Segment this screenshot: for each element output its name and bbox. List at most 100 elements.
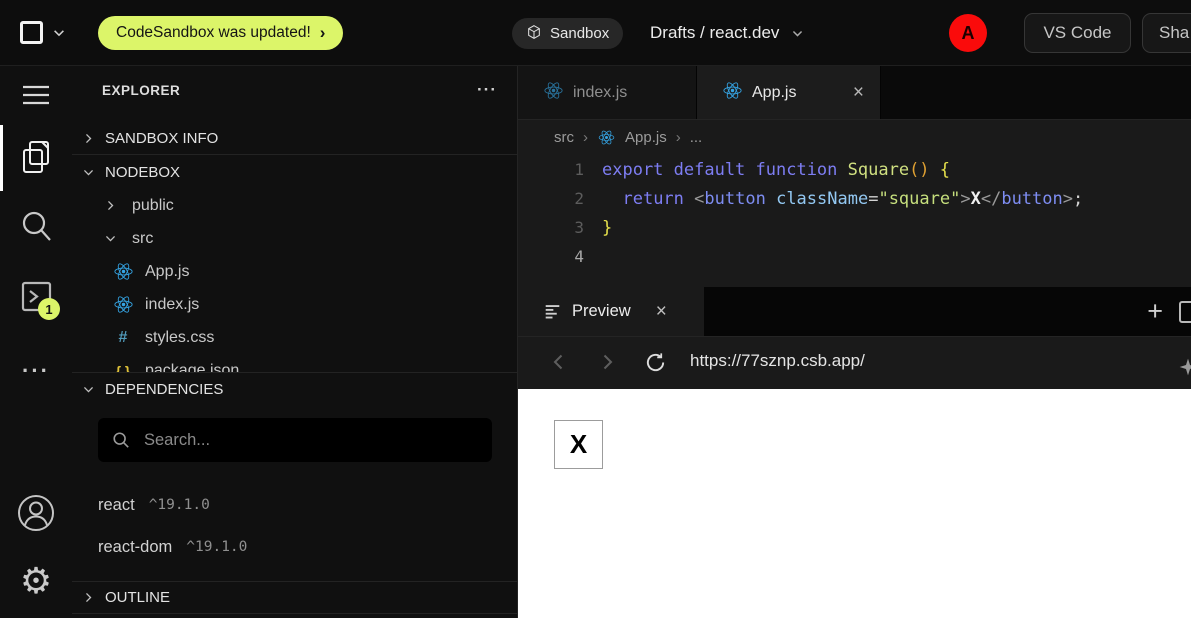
dependency-react[interactable]: react ^19.1.0 (72, 484, 517, 526)
sandbox-badge[interactable]: Sandbox (512, 18, 623, 49)
tree-item-public[interactable]: public (72, 189, 517, 222)
cube-icon (526, 24, 542, 44)
menu-button[interactable] (0, 83, 72, 107)
code-token (766, 189, 776, 209)
sidebar-item-search[interactable] (0, 208, 72, 244)
chevron-down-icon (82, 166, 95, 179)
explorer-menu-button[interactable]: ··· (477, 80, 497, 100)
dependency-name: react-dom (98, 538, 172, 557)
section-sandbox-info-label: SANDBOX INFO (105, 130, 218, 147)
back-icon[interactable] (548, 351, 570, 373)
url-text[interactable]: https://77sznp.csb.app/ (690, 351, 865, 371)
sparkle-icon[interactable] (1178, 357, 1191, 377)
line-number: 2 (518, 189, 584, 208)
explorer-panel: EXPLORER ··· SANDBOX INFO NODEBOX public… (72, 66, 518, 618)
breadcrumb: src›App.js›... (518, 120, 1191, 155)
file-tree: public src App.jsindex.js#styles.css{ }pac… (72, 189, 517, 372)
section-dependencies[interactable]: DEPENDENCIES (72, 372, 517, 405)
dependency-search (98, 418, 492, 462)
terminal-badge: 1 (38, 298, 60, 320)
sidebar-item-terminal[interactable] (0, 278, 72, 314)
section-sandbox-info[interactable]: SANDBOX INFO (72, 122, 517, 155)
refresh-icon[interactable] (644, 351, 667, 374)
settings-button[interactable]: ⚙ (0, 564, 72, 600)
tree-item-index.js[interactable]: index.js (72, 288, 517, 321)
tab-index.js[interactable]: index.js (518, 66, 697, 119)
code-token (684, 189, 694, 209)
dependency-list: react ^19.1.0 react-dom^19.1.0 (72, 484, 517, 568)
editor-preview-column: index.jsApp.js× src›App.js›... 1export d… (518, 66, 1191, 618)
code-token: = (868, 189, 878, 209)
code-token: return (622, 189, 683, 209)
codesandbox-logo-icon[interactable] (20, 21, 43, 44)
breadcrumb-item[interactable]: src (554, 129, 574, 146)
search-icon (18, 208, 54, 244)
preview-url-bar: https://77sznp.csb.app/ (518, 337, 1191, 389)
react-icon (723, 81, 742, 105)
files-icon (18, 138, 54, 176)
breadcrumb-item[interactable]: ... (690, 129, 703, 146)
editor-tab-bar: index.js App.js× (518, 66, 1191, 120)
section-nodebox[interactable]: NODEBOX (72, 156, 517, 189)
section-dependencies-label: DEPENDENCIES (105, 381, 223, 398)
line-number: 4 (518, 247, 584, 266)
avatar-letter: A (962, 23, 975, 44)
explorer-title: EXPLORER (102, 83, 180, 98)
account-button[interactable] (0, 492, 72, 534)
code-editor[interactable]: 1export default function Square() { 2 ret… (518, 155, 1191, 287)
vscode-button-label: VS Code (1043, 23, 1111, 43)
workspace-menu-chevron-icon[interactable] (52, 26, 66, 45)
line-number: 3 (518, 218, 584, 237)
code-token: { (940, 160, 950, 180)
preview-tab-label: Preview (572, 302, 631, 321)
tree-item-App.js[interactable]: App.js (72, 255, 517, 288)
code-line: 1export default function Square() { (518, 155, 1191, 184)
square-button[interactable]: X (554, 420, 603, 469)
preview-tab-bar: Preview × + (518, 287, 1191, 337)
tree-item-label: src (132, 230, 153, 248)
react-icon (598, 129, 614, 145)
dependency-search-input[interactable] (142, 430, 478, 451)
square-button-label: X (570, 429, 587, 460)
account-icon (15, 492, 57, 534)
tab-label: index.js (573, 84, 627, 102)
search-icon (112, 431, 130, 449)
share-button[interactable]: Sha (1142, 13, 1191, 53)
layout-icon[interactable] (1179, 301, 1191, 323)
code-line-content[interactable]: } (602, 218, 612, 238)
forward-icon[interactable] (596, 351, 618, 373)
code-token: </ (981, 189, 1001, 209)
breadcrumb-item[interactable]: App.js (625, 129, 667, 146)
close-preview-icon[interactable]: × (656, 301, 667, 323)
code-token: ; (1073, 189, 1083, 209)
dependency-react-dom[interactable]: react-dom^19.1.0 (72, 526, 517, 568)
codesandbox-app: CodeSandbox was updated! › Sandbox Draft… (0, 0, 1191, 618)
section-nodebox-label: NODEBOX (105, 164, 180, 181)
sidebar-item-explorer[interactable] (0, 138, 72, 176)
tree-item-label: public (132, 197, 174, 215)
dependency-name: react (98, 496, 135, 515)
tree-item-src[interactable]: src (72, 222, 517, 255)
chevron-down-icon (791, 27, 804, 40)
tab-preview[interactable]: Preview × (518, 287, 704, 336)
tree-item-styles.css[interactable]: #styles.css (72, 321, 517, 354)
new-preview-button[interactable]: + (1147, 296, 1163, 327)
update-banner[interactable]: CodeSandbox was updated! › (98, 16, 343, 50)
hash-icon: # (113, 329, 133, 347)
code-line-content[interactable]: return <button className="square">X</but… (602, 189, 1083, 209)
preview-page: X (518, 389, 1191, 618)
section-outline[interactable]: OUTLINE (72, 581, 517, 614)
code-line-content[interactable]: export default function Square() { (602, 160, 950, 180)
code-token (602, 189, 622, 209)
avatar[interactable]: A (949, 14, 987, 52)
vscode-button[interactable]: VS Code (1024, 13, 1131, 53)
tab-App.js[interactable]: App.js× (697, 66, 881, 119)
hamburger-icon (22, 83, 50, 107)
dependency-version: ^19.1.0 (149, 497, 210, 513)
activity-overflow-button[interactable]: ··· (0, 358, 72, 384)
code-token: } (602, 218, 612, 238)
workspace-breadcrumb[interactable]: Drafts / react.dev (650, 0, 804, 66)
code-token: button (1001, 189, 1062, 209)
tree-item-package.json[interactable]: { }package.json (72, 354, 517, 372)
close-tab-icon[interactable]: × (853, 82, 864, 104)
